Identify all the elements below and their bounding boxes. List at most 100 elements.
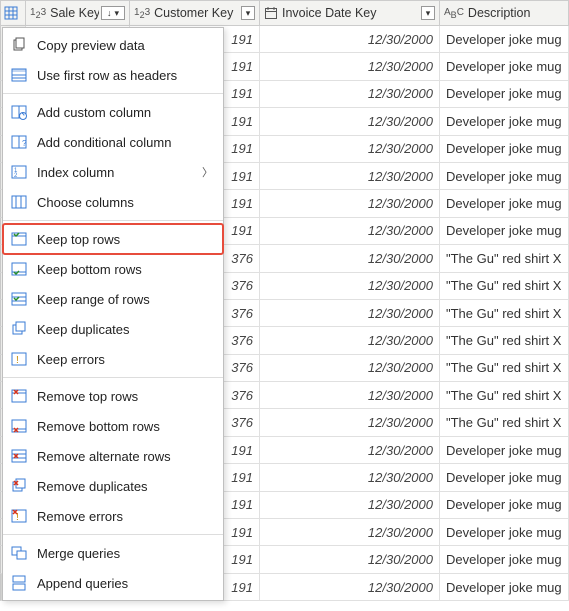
keep-dup-icon (9, 319, 29, 339)
menu-label: Add custom column (37, 105, 213, 120)
menu-keep-range-rows[interactable]: Keep range of rows (3, 284, 223, 314)
menu-label: Copy preview data (37, 38, 213, 53)
menu-copy-preview[interactable]: Copy preview data (3, 30, 223, 60)
column-header-description[interactable]: ABC Description (440, 0, 569, 26)
description-cell[interactable]: Developer joke mug (440, 190, 569, 217)
table-icon (4, 6, 18, 20)
description-cell[interactable]: Developer joke mug (440, 218, 569, 245)
description-cell[interactable]: "The Gu" red shirt X (440, 245, 569, 272)
description-cell[interactable]: Developer joke mug (440, 136, 569, 163)
menu-append-queries[interactable]: Append queries (3, 568, 223, 598)
table-context-menu: Copy preview data Use first row as heade… (2, 27, 224, 601)
invoice-date-cell[interactable]: 12/30/2000 (260, 136, 440, 163)
menu-merge-queries[interactable]: Merge queries (3, 538, 223, 568)
menu-remove-top-rows[interactable]: Remove top rows (3, 381, 223, 411)
keep-bottom-icon (9, 259, 29, 279)
invoice-date-cell[interactable]: 12/30/2000 (260, 218, 440, 245)
invoice-date-cell[interactable]: 12/30/2000 (260, 163, 440, 190)
menu-label: Add conditional column (37, 135, 213, 150)
column-header-customer-key[interactable]: 123 Customer Key ▾ (130, 0, 260, 26)
description-cell[interactable]: Developer joke mug (440, 81, 569, 108)
description-cell[interactable]: "The Gu" red shirt X (440, 273, 569, 300)
invoice-date-cell[interactable]: 12/30/2000 (260, 382, 440, 409)
remove-top-icon (9, 386, 29, 406)
invoice-date-cell[interactable]: 12/30/2000 (260, 464, 440, 491)
menu-remove-bottom-rows[interactable]: Remove bottom rows (3, 411, 223, 441)
invoice-date-cell[interactable]: 12/30/2000 (260, 437, 440, 464)
menu-label: Remove bottom rows (37, 419, 213, 434)
column-name: Customer Key (154, 6, 239, 20)
menu-remove-alternate-rows[interactable]: Remove alternate rows (3, 441, 223, 471)
append-icon (9, 573, 29, 593)
description-cell[interactable]: Developer joke mug (440, 492, 569, 519)
description-cell[interactable]: Developer joke mug (440, 574, 569, 601)
menu-label: Keep duplicates (37, 322, 213, 337)
column-name: Description (468, 6, 564, 20)
choose-columns-icon (9, 192, 29, 212)
description-cell[interactable]: "The Gu" red shirt X (440, 300, 569, 327)
invoice-date-cell[interactable]: 12/30/2000 (260, 574, 440, 601)
description-cell[interactable]: Developer joke mug (440, 437, 569, 464)
number-type-icon: 123 (30, 7, 46, 20)
description-cell[interactable]: Developer joke mug (440, 163, 569, 190)
filter-dropdown-icon[interactable]: ▾ (241, 6, 255, 20)
invoice-date-cell[interactable]: 12/30/2000 (260, 108, 440, 135)
menu-label: Keep top rows (37, 232, 213, 247)
description-cell[interactable]: Developer joke mug (440, 546, 569, 573)
invoice-date-cell[interactable]: 12/30/2000 (260, 300, 440, 327)
menu-label: Keep range of rows (37, 292, 213, 307)
column-header-invoice-date-key[interactable]: Invoice Date Key ▾ (260, 0, 440, 26)
description-cell[interactable]: "The Gu" red shirt X (440, 355, 569, 382)
description-cell[interactable]: Developer joke mug (440, 26, 569, 53)
invoice-date-cell[interactable]: 12/30/2000 (260, 190, 440, 217)
table-corner-button[interactable] (0, 0, 26, 26)
menu-keep-errors[interactable]: ! Keep errors (3, 344, 223, 374)
menu-keep-bottom-rows[interactable]: Keep bottom rows (3, 254, 223, 284)
menu-remove-duplicates[interactable]: Remove duplicates (3, 471, 223, 501)
menu-separator (3, 534, 223, 535)
merge-icon (9, 543, 29, 563)
invoice-date-cell[interactable]: 12/30/2000 (260, 26, 440, 53)
menu-keep-duplicates[interactable]: Keep duplicates (3, 314, 223, 344)
description-cell[interactable]: Developer joke mug (440, 53, 569, 80)
conditional-column-icon: ? (9, 132, 29, 152)
menu-add-conditional-column[interactable]: ? Add conditional column (3, 127, 223, 157)
custom-column-icon (9, 102, 29, 122)
description-cell[interactable]: "The Gu" red shirt X (440, 327, 569, 354)
description-cell[interactable]: "The Gu" red shirt X (440, 409, 569, 436)
description-cell[interactable]: "The Gu" red shirt X (440, 382, 569, 409)
invoice-date-cell[interactable]: 12/30/2000 (260, 519, 440, 546)
description-cell[interactable]: Developer joke mug (440, 519, 569, 546)
menu-separator (3, 93, 223, 94)
menu-add-custom-column[interactable]: Add custom column (3, 97, 223, 127)
description-cell[interactable]: Developer joke mug (440, 108, 569, 135)
invoice-date-cell[interactable]: 12/30/2000 (260, 81, 440, 108)
invoice-date-cell[interactable]: 12/30/2000 (260, 327, 440, 354)
invoice-date-cell[interactable]: 12/30/2000 (260, 245, 440, 272)
remove-dup-icon (9, 476, 29, 496)
menu-remove-errors[interactable]: ! Remove errors (3, 501, 223, 531)
text-type-icon: ABC (444, 7, 464, 20)
sort-dropdown-icon[interactable]: ↓▾ (101, 6, 125, 20)
menu-separator (3, 377, 223, 378)
remove-alt-icon (9, 446, 29, 466)
menu-use-first-row[interactable]: Use first row as headers (3, 60, 223, 90)
invoice-date-cell[interactable]: 12/30/2000 (260, 492, 440, 519)
menu-index-column[interactable]: 12 Index column 〉 (3, 157, 223, 187)
remove-bottom-icon (9, 416, 29, 436)
description-cell[interactable]: Developer joke mug (440, 464, 569, 491)
keep-range-icon (9, 289, 29, 309)
invoice-date-cell[interactable]: 12/30/2000 (260, 273, 440, 300)
svg-text:!: ! (16, 355, 19, 366)
menu-keep-top-rows[interactable]: Keep top rows (3, 224, 223, 254)
invoice-date-cell[interactable]: 12/30/2000 (260, 409, 440, 436)
filter-dropdown-icon[interactable]: ▾ (421, 6, 435, 20)
keep-err-icon: ! (9, 349, 29, 369)
invoice-date-cell[interactable]: 12/30/2000 (260, 53, 440, 80)
column-name: Sale Key (50, 6, 99, 20)
invoice-date-cell[interactable]: 12/30/2000 (260, 546, 440, 573)
menu-choose-columns[interactable]: Choose columns (3, 187, 223, 217)
column-header-sale-key[interactable]: 123 Sale Key ↓▾ (26, 0, 130, 26)
menu-label: Keep errors (37, 352, 213, 367)
invoice-date-cell[interactable]: 12/30/2000 (260, 355, 440, 382)
